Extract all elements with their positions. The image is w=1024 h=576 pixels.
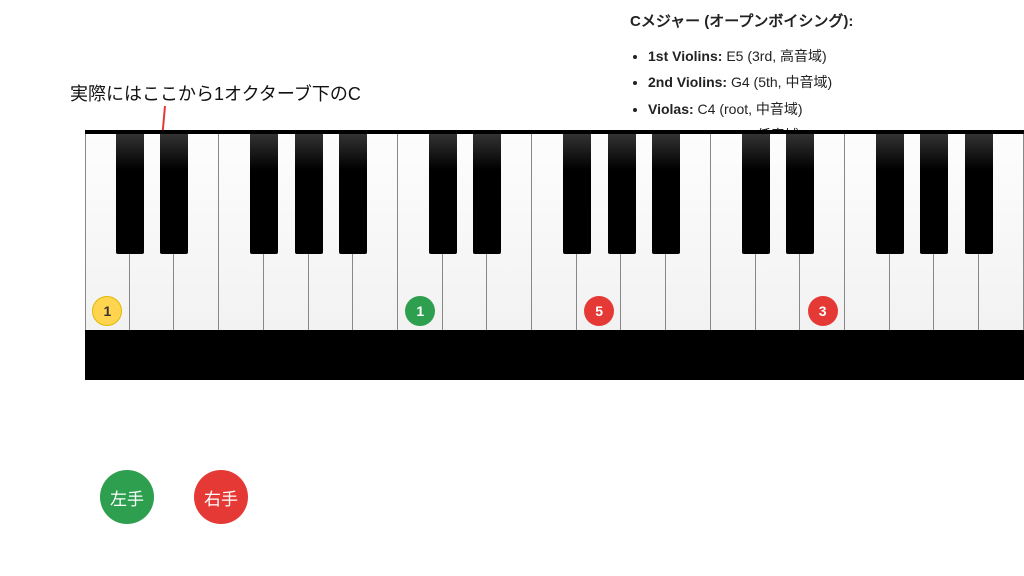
white-key xyxy=(890,134,935,330)
white-key xyxy=(979,134,1024,330)
octave-annotation: 実際にはここから1オクターブ下のC xyxy=(70,80,361,106)
white-key xyxy=(621,134,666,330)
white-key xyxy=(666,134,711,330)
white-key xyxy=(264,134,309,330)
keyboard-bottom-bar xyxy=(85,330,1024,380)
voicing-item: Violas: C4 (root, 中音域) xyxy=(648,96,1010,123)
voicing-item: 2nd Violins: G4 (5th, 中音域) xyxy=(648,69,1010,96)
white-key xyxy=(711,134,756,330)
legend-right-hand: 右手 xyxy=(194,470,248,524)
voicing-panel: Cメジャー (オープンボイシング): 1st Violins: E5 (3rd,… xyxy=(630,8,1010,149)
white-key xyxy=(219,134,264,330)
voicing-item: 1st Violins: E5 (3rd, 高音域) xyxy=(648,43,1010,70)
white-key xyxy=(174,134,219,330)
white-key xyxy=(487,134,532,330)
white-key xyxy=(845,134,890,330)
piano-keyboard: 1153 xyxy=(85,130,1024,380)
white-key xyxy=(309,134,354,330)
voicing-title: Cメジャー (オープンボイシング): xyxy=(630,8,1010,37)
key-marker: 5 xyxy=(584,296,614,326)
white-key xyxy=(353,134,398,330)
white-key xyxy=(443,134,488,330)
hand-legend: 左手 右手 xyxy=(100,470,248,524)
key-marker: 3 xyxy=(808,296,838,326)
white-keys xyxy=(85,134,1024,330)
white-key xyxy=(934,134,979,330)
white-key xyxy=(130,134,175,330)
white-key xyxy=(756,134,801,330)
white-key xyxy=(532,134,577,330)
legend-left-hand: 左手 xyxy=(100,470,154,524)
